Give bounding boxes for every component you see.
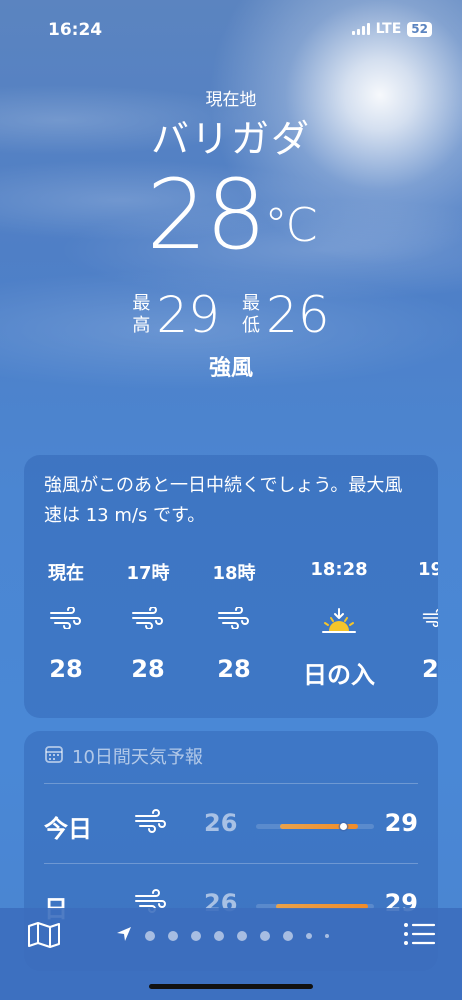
- day-label: 今日: [44, 815, 92, 843]
- page-dot: [214, 931, 224, 941]
- high-value: 29: [156, 286, 220, 344]
- hour-time: 現在: [48, 563, 84, 584]
- hour-item: 現在 28: [26, 559, 106, 683]
- calendar-icon: [44, 744, 64, 769]
- divider: [44, 863, 418, 864]
- network-label: LTE: [375, 21, 402, 37]
- hour-time: 18時: [212, 563, 256, 584]
- temperature-unit: °C: [264, 198, 318, 252]
- page-dot: [283, 931, 293, 941]
- hour-value: 2: [422, 655, 438, 683]
- current-temp-dot: [340, 823, 347, 830]
- signal-icon: [351, 23, 370, 35]
- low-temp: 26: [204, 809, 238, 837]
- battery-icon: 52: [407, 21, 432, 37]
- high-low: 最 高 29 最 低 26: [0, 286, 462, 344]
- hour-item: 19 2: [408, 559, 438, 683]
- page-indicator[interactable]: [116, 926, 329, 946]
- location-label: 現在地: [205, 90, 257, 110]
- low-label: 最 低: [242, 293, 260, 337]
- high-temp: 29: [384, 809, 418, 837]
- page-dot: [191, 931, 201, 941]
- hour-item: 18:28 日の入: [284, 559, 394, 690]
- temp-range-bar: [256, 823, 374, 830]
- hour-item: 17時 28: [108, 559, 188, 683]
- low-temp: 最 低 26: [242, 286, 330, 344]
- status-indicators: LTE 52: [351, 21, 432, 37]
- hour-item: 18時 28: [194, 559, 274, 683]
- sunset-icon: [284, 607, 394, 633]
- page-dot: [168, 931, 178, 941]
- hour-value: 28: [217, 655, 251, 683]
- page-dot: [260, 931, 270, 941]
- hour-value: 28: [131, 655, 165, 683]
- hourly-forecast-card[interactable]: 強風がこのあと一日中続くでしょう。最大風速は 13 m/s です。 現在 28 …: [24, 455, 438, 718]
- divider: [44, 783, 418, 784]
- hour-value: 28: [49, 655, 83, 683]
- ten-day-title: 10日間天気予報: [72, 747, 203, 768]
- location-arrow-icon: [116, 926, 132, 946]
- day-row[interactable]: 今日 26 29: [24, 793, 438, 853]
- high-label: 最 高: [132, 293, 150, 337]
- low-label-char-2: 低: [242, 315, 260, 336]
- high-label-char-2: 高: [132, 315, 151, 336]
- hour-value: 日の入: [303, 661, 375, 689]
- hour-time: 19: [418, 559, 438, 580]
- home-indicator: [149, 984, 313, 989]
- high-temp: 最 高 29: [132, 286, 220, 344]
- page-dot: [325, 934, 329, 938]
- wind-icon: [26, 607, 106, 633]
- map-icon[interactable]: [26, 920, 62, 954]
- wind-icon: [134, 809, 168, 837]
- low-value: 26: [266, 286, 330, 344]
- list-icon[interactable]: [402, 920, 436, 952]
- wind-icon: [194, 607, 274, 633]
- condition-label: 強風: [208, 356, 253, 381]
- hourly-scroll[interactable]: 現在 28 17時 28 18時 28 18:28 日の入 19 2: [24, 559, 438, 699]
- forecast-summary: 強風がこのあと一日中続くでしょう。最大風速は 13 m/s です。: [44, 475, 403, 526]
- page-dot: [145, 931, 155, 941]
- hour-time: 17時: [126, 563, 170, 584]
- wind-icon: [108, 607, 188, 633]
- low-label-char-1: 最: [242, 293, 260, 314]
- high-label-char-1: 最: [132, 293, 151, 314]
- status-time: 16:24: [48, 20, 103, 40]
- wind-icon: [408, 607, 438, 633]
- current-temperature: 28°C: [0, 160, 462, 270]
- temperature-value: 28: [146, 159, 266, 271]
- hour-time: 18:28: [310, 559, 368, 580]
- city-name: バリガダ: [150, 117, 311, 161]
- ten-day-header: 10日間天気予報: [44, 743, 203, 769]
- page-dot: [306, 933, 312, 939]
- page-dot: [237, 931, 247, 941]
